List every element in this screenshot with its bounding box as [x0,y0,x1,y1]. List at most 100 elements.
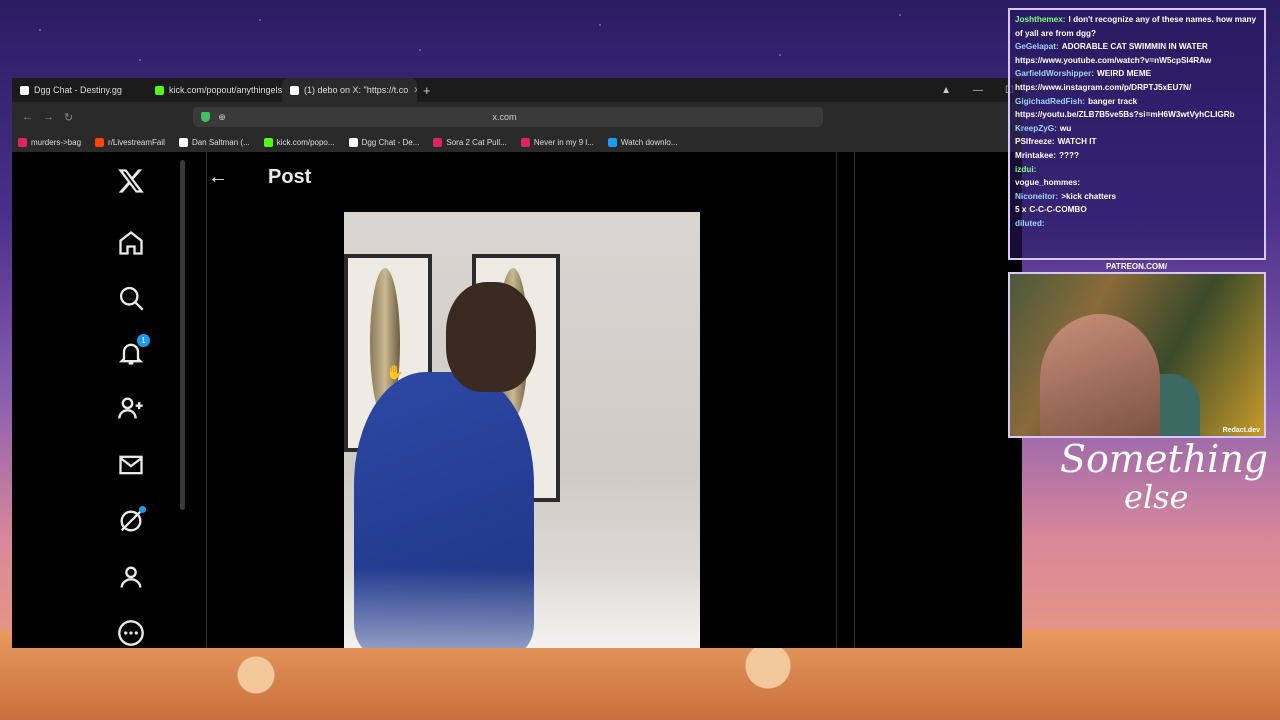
tab-kick-chat[interactable]: kick.com/popout/anythingelse/chat [147,78,282,102]
chat-message: GeGelapat: ADORABLE CAT SWIMMIN IN WATER … [1015,40,1259,67]
person-head [446,282,536,392]
chat-text: >kick chatters [1061,191,1117,201]
chat-message: 5 x C-C-C-COMBO [1015,203,1259,217]
bookmark-label: Sora 2 Cat Pull... [446,137,507,147]
home-icon[interactable] [116,228,146,258]
chat-username: Mrintakee: [1015,150,1056,160]
chat-message: GarfieldWorshipper: WEIRD MEME https://ww… [1015,67,1259,94]
reload-button[interactable]: ↻ [64,111,73,124]
chat-username: vogue_hommes: [1015,178,1081,188]
search-icon[interactable] [116,283,146,313]
patreon-label: PATREON.COM/ [1106,262,1168,271]
chat-username: izdui: [1015,164,1037,174]
flame-icon[interactable]: ▲ [941,85,951,96]
chat-text: ???? [1058,150,1079,160]
browser-window: Dgg Chat - Destiny.gg kick.com/popout/an… [12,78,1022,648]
profile-icon[interactable] [116,562,146,592]
x-page: 1 ← Post [12,152,1022,648]
dgg-favicon-icon [348,137,358,147]
back-button[interactable]: ← [22,111,33,123]
unread-dot [139,506,146,513]
reddit-favicon-icon [95,137,105,147]
more-icon[interactable] [116,618,146,648]
chat-message: izdui: [1015,163,1259,177]
bookmarks-bar: murders->bag r/LivestreamFail Dan Saltma… [12,132,1022,153]
chat-text: C-C-C-COMBO [1029,205,1087,215]
window-controls: ▲ — ☐ [941,78,1014,102]
chat-message: GigichadRedFish: banger track https://you… [1015,95,1259,122]
chat-username: GarfieldWorshipper: [1015,69,1095,79]
chat-username: Joshthemex: [1015,15,1066,24]
dgg-favicon-icon [20,85,29,95]
chat-message: Joshthemex: I don't recognize any of thes… [1015,13,1259,40]
kick-favicon-icon [155,85,164,95]
tab-label: (1) debo on X: "https://t.co [304,85,409,95]
bookmark-label: Dgg Chat - De... [361,137,420,147]
messages-icon[interactable] [116,450,146,480]
x-logo-icon[interactable] [116,166,146,196]
chat-message: Niconeitor: >kick chatters [1015,190,1259,204]
chat-text: WATCH IT [1057,137,1097,147]
youtube-favicon-icon [520,137,530,147]
chat-text: wu [1059,123,1072,133]
shield-icon[interactable] [201,112,211,122]
chat-message: PSIfreeze: WATCH IT [1015,135,1259,149]
column-divider [206,152,207,648]
x-favicon-icon [290,85,299,95]
bookmark[interactable]: Watch downlo... [607,137,678,147]
chat-message: KreepZyG: wu [1015,122,1259,136]
chat-username: GigichadRedFish: [1015,96,1086,106]
bookmark-label: Never in my 9 l... [533,137,594,147]
chat-username: PSIfreeze: [1015,137,1055,147]
bookmark[interactable]: Dgg Chat - De... [348,137,420,147]
bookmark-label: Dan Saltman (... [191,137,250,147]
forward-button[interactable]: → [43,111,54,123]
bookmark[interactable]: Sora 2 Cat Pull... [433,137,507,147]
bookmark-label: kick.com/popo... [276,137,335,147]
chat-username: 5 x [1015,205,1027,215]
bookmark-label: Watch downlo... [620,137,678,147]
tab-label: Dgg Chat - Destiny.gg [34,85,122,95]
bookmark[interactable]: r/LivestreamFail [95,137,165,147]
brand-line-2: else [1124,478,1189,516]
navigation-toolbar: ← → ↻ ⊕ x.com [12,102,1022,132]
bookmark-favicon-icon [18,137,27,147]
zoom-icon[interactable]: ⊕ [218,112,226,123]
streamer-head [1040,314,1160,436]
video-player[interactable] [344,212,700,648]
brand-logo: Something else [1060,437,1269,550]
chat-message: diluted: [1015,217,1259,231]
webcam-credit: Redact.dev [1222,427,1260,434]
chat-username: GeGelapat: [1015,42,1059,52]
hand-cursor-icon: ✋ [386,364,404,380]
back-arrow-icon[interactable]: ← [208,166,228,189]
chat-message: Mrintakee:???? [1015,149,1259,163]
grok-icon[interactable] [116,506,146,536]
x-favicon-icon [178,137,188,147]
sidebar-scrollbar[interactable] [180,160,185,510]
brand-line-1: Something [1060,437,1269,481]
column-divider [854,152,855,648]
bookmark[interactable]: Never in my 9 l... [520,137,594,147]
notification-count-badge: 1 [137,334,150,347]
stream-chat-overlay: Joshthemex: I don't recognize any of thes… [1008,8,1266,260]
minimize-button[interactable]: — [973,85,983,96]
tab-label: kick.com/popout/anythingelse/chat [169,85,282,95]
bookmark[interactable]: murders->bag [18,137,81,147]
new-tab-button[interactable]: + [417,83,437,98]
tab-dgg-chat[interactable]: Dgg Chat - Destiny.gg [12,78,147,102]
bookmark-label: r/LivestreamFail [108,137,165,147]
tab-x-post[interactable]: (1) debo on X: "https://t.co ✕ [282,78,417,102]
chat-username: Niconeitor: [1015,191,1059,201]
bookmark[interactable]: kick.com/popo... [263,137,335,147]
chat-username: KreepZyG: [1015,123,1057,133]
notifications-icon[interactable]: 1 [116,334,150,368]
post-header: ← Post [208,166,311,189]
bookmark[interactable]: Dan Saltman (... [178,137,250,147]
page-title: Post [268,166,312,188]
webcam-feed: Redact.dev [1008,272,1266,438]
follow-icon[interactable] [116,393,146,423]
video-fade [344,568,700,648]
address-bar[interactable]: ⊕ x.com [193,107,824,127]
address-url[interactable]: x.com [234,112,775,122]
